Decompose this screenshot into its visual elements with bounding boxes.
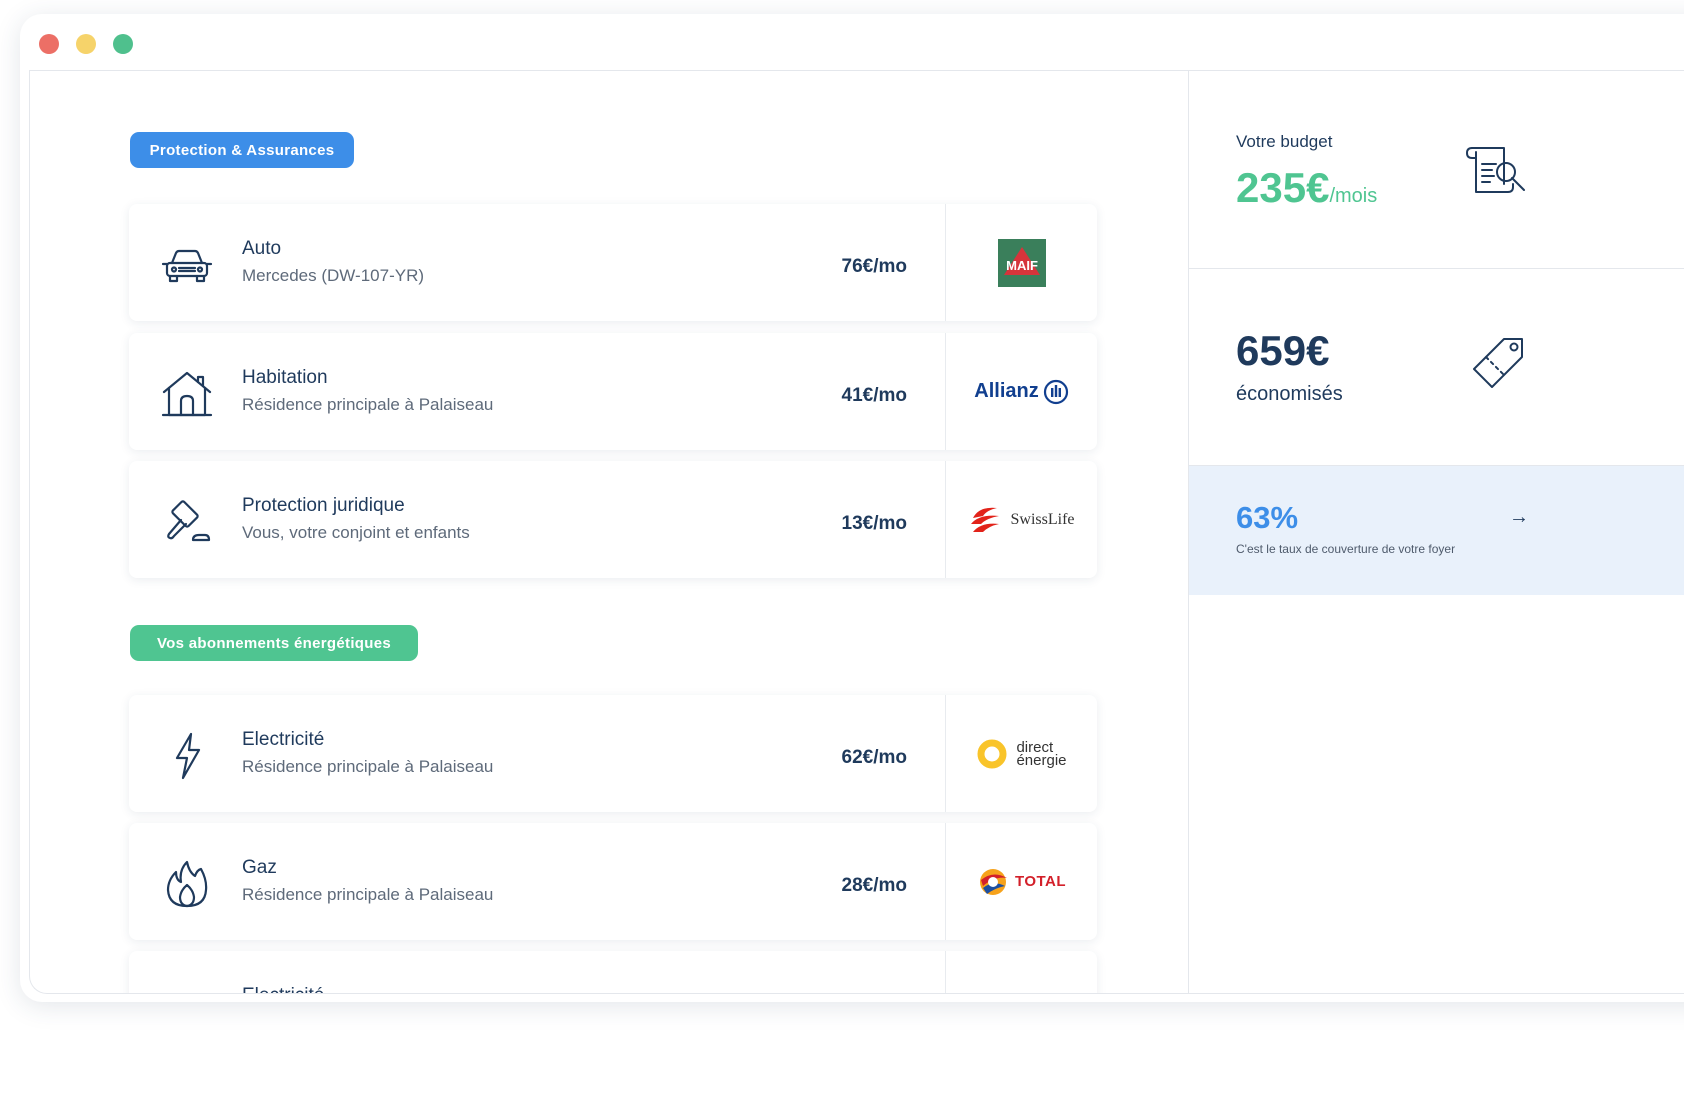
provider-name-line2: énergie [1016, 751, 1067, 769]
card-subtitle: Résidence principale à Palaiseau [242, 757, 494, 776]
close-window-button[interactable] [39, 34, 59, 54]
card-title: Auto [242, 238, 282, 259]
card-price: 76€/mo [841, 256, 907, 277]
budget-label: Votre budget [1236, 132, 1333, 151]
price-tag-icon [1473, 338, 1523, 388]
maif-logo[interactable]: MAIF [946, 204, 1097, 321]
card-title: Electricité [242, 985, 324, 993]
summary-sidebar: Votre budget 235€/mois 659€ économisés 6… [1188, 70, 1684, 993]
flame-icon [159, 858, 215, 910]
card-divider [945, 951, 946, 993]
subscription-card-auto[interactable]: Auto Mercedes (DW-107-YR) 76€/mo MAIF [129, 204, 1097, 321]
lightning-icon [159, 730, 215, 782]
direct-energie-emblem-icon [977, 739, 1007, 768]
budget-amount: 235€ [1236, 164, 1330, 211]
document-search-icon [1466, 147, 1525, 193]
content-frame: Protection & Assurances Auto Mercedes (D… [29, 70, 1684, 994]
total-emblem-icon [979, 868, 1007, 895]
budget-unit: /mois [1329, 185, 1378, 207]
subscription-card-gaz[interactable]: Gaz Résidence principale à Palaiseau 28€… [129, 823, 1097, 940]
card-price: 28€/mo [841, 875, 907, 896]
card-title: Electricité [242, 729, 325, 750]
minimize-window-button[interactable] [76, 34, 96, 54]
subscription-card-electricite[interactable]: Electricité Résidence principale à Palai… [129, 695, 1097, 812]
subscription-card-protection-juridique[interactable]: Protection juridique Vous, votre conjoin… [129, 461, 1097, 578]
allianz-emblem-icon [1043, 379, 1068, 404]
provider-name: SwissLife [1010, 510, 1075, 528]
subscription-card-electricite-2[interactable]: Electricité [129, 951, 1097, 993]
coverage-panel[interactable]: 63% C'est le taux de couverture de votre… [1189, 466, 1684, 595]
section-pill-energy[interactable]: Vos abonnements énergétiques [130, 625, 418, 661]
main-panel: Protection & Assurances Auto Mercedes (D… [30, 70, 1188, 993]
swisslife-emblem-icon [970, 507, 999, 532]
gavel-icon [159, 496, 215, 548]
savings-label: économisés [1236, 383, 1343, 405]
card-title: Protection juridique [242, 495, 405, 516]
budget-panel: Votre budget 235€/mois [1189, 70, 1684, 269]
app-window: Protection & Assurances Auto Mercedes (D… [20, 14, 1684, 1002]
coverage-label: C'est le taux de couverture de votre foy… [1236, 542, 1456, 556]
card-subtitle: Mercedes (DW-107-YR) [242, 266, 425, 285]
allianz-logo[interactable]: Allianz [946, 333, 1097, 450]
card-title: Habitation [242, 367, 328, 388]
provider-name: MAIF [1006, 258, 1038, 273]
card-price: 41€/mo [841, 385, 907, 406]
maximize-window-button[interactable] [113, 34, 133, 54]
subscription-card-habitation[interactable]: Habitation Résidence principale à Palais… [129, 333, 1097, 450]
direct-energie-logo[interactable]: direct énergie [946, 695, 1097, 812]
coverage-value: 63% [1236, 500, 1299, 535]
savings-value: 659€ [1236, 327, 1330, 374]
house-icon [159, 368, 215, 420]
arrow-right-icon[interactable]: → [1509, 506, 1529, 529]
card-subtitle: Résidence principale à Palaiseau [242, 885, 494, 904]
provider-name: TOTAL [1014, 873, 1067, 890]
swisslife-logo[interactable]: SwissLife [946, 461, 1097, 578]
provider-name: Allianz [974, 380, 1039, 402]
section-pill-insurance[interactable]: Protection & Assurances [130, 132, 354, 168]
card-subtitle: Vous, votre conjoint et enfants [242, 523, 470, 542]
card-title: Gaz [242, 857, 277, 878]
savings-panel: 659€ économisés [1189, 269, 1684, 466]
total-logo[interactable]: TOTAL [946, 823, 1097, 940]
card-price: 62€/mo [841, 747, 907, 768]
budget-value: 235€/mois [1236, 164, 1377, 212]
card-subtitle: Résidence principale à Palaiseau [242, 395, 494, 414]
car-icon [159, 239, 215, 291]
card-price: 13€/mo [841, 513, 907, 534]
